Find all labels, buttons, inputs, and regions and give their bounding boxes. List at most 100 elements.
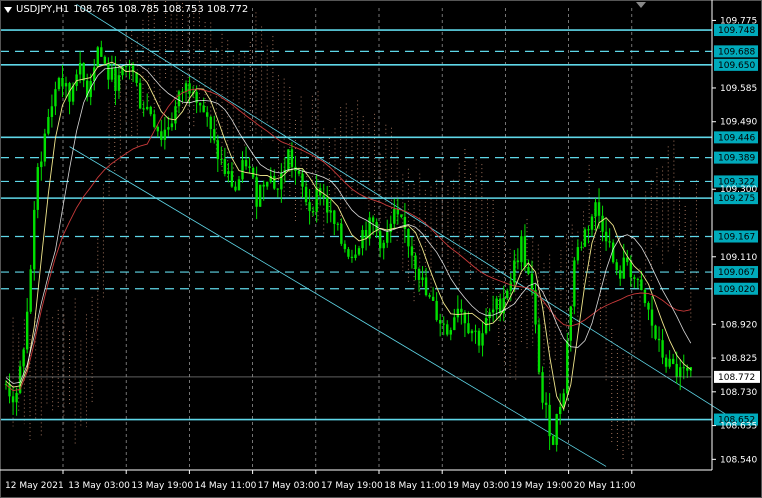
level-label: 109.020	[718, 285, 755, 295]
candle-body	[495, 298, 498, 310]
candle-body	[354, 254, 357, 259]
candle-body	[626, 257, 629, 263]
candle-body	[555, 414, 558, 445]
candle-body	[343, 243, 347, 250]
candle-body	[213, 129, 216, 141]
candle-body	[636, 278, 640, 280]
candle-body	[456, 308, 460, 318]
time-label: 19 May 03:00	[447, 481, 509, 491]
candle-body	[156, 126, 159, 132]
level-label: 109.167	[718, 233, 755, 243]
candle-body	[481, 333, 484, 346]
price-tick-label: 109.110	[720, 253, 757, 263]
candle-body	[206, 112, 209, 117]
candle-body	[301, 173, 304, 187]
candle-body	[149, 106, 152, 115]
candle-body	[597, 202, 601, 216]
candle-body	[220, 159, 223, 161]
candle-body	[170, 123, 174, 128]
candle-body	[43, 133, 47, 162]
candle-body	[357, 248, 361, 255]
candle-body	[297, 170, 301, 174]
price-chart[interactable]: 109.748 109.688 109.650 109.446 109.389 109.3…	[0, 0, 762, 498]
candle-body	[615, 262, 618, 271]
candle-body	[29, 269, 32, 312]
candle-body	[587, 229, 590, 231]
candle-body	[537, 324, 541, 373]
candle-body	[255, 177, 258, 207]
level-label: 109.389	[718, 154, 755, 164]
candle-body	[262, 184, 265, 187]
candle-body	[216, 140, 219, 160]
candle-body	[96, 47, 99, 68]
candle-body	[424, 277, 428, 296]
price-tick-label: 108.635	[720, 422, 757, 432]
candle-body	[460, 308, 463, 313]
candle-body	[311, 211, 315, 213]
candle-body	[57, 77, 61, 90]
candle-body	[138, 82, 142, 109]
candle-body	[361, 229, 364, 249]
candle-body	[428, 295, 431, 297]
candle-body	[124, 65, 128, 67]
candle-body	[142, 108, 145, 110]
candle-body	[477, 330, 481, 346]
symbol-header[interactable]: USDJPY,H1 108.765 108.785 108.753 108.77…	[4, 4, 248, 15]
candle-body	[484, 317, 488, 334]
candle-body	[633, 277, 636, 279]
candle-body	[604, 231, 608, 242]
candle-body	[442, 323, 445, 325]
candle-body	[234, 186, 237, 191]
candle-body	[25, 311, 29, 350]
ohlc-values: 108.765 108.785 108.753 108.772	[73, 4, 249, 15]
price-tick-label: 108.920	[720, 320, 757, 330]
candle-body	[629, 262, 633, 278]
candle-body	[82, 62, 85, 81]
level-label: 109.275	[718, 194, 755, 204]
level-label: 109.650	[718, 61, 755, 71]
candle-body	[347, 249, 350, 257]
chart-window[interactable]: 109.748 109.688 109.650 109.446 109.389 109.3…	[0, 0, 762, 498]
candle-body	[364, 229, 368, 239]
candle-body	[167, 127, 170, 130]
candle-body	[304, 186, 308, 203]
triangle-down-icon[interactable]	[4, 6, 12, 13]
candle-body	[33, 209, 36, 270]
price-tick-label: 108.825	[720, 354, 757, 364]
candle-body	[643, 289, 647, 304]
candle-body	[417, 268, 421, 280]
channel-lower-line	[69, 146, 607, 467]
candle-body	[414, 255, 417, 269]
candle-body	[449, 330, 452, 335]
candle-body	[223, 159, 227, 174]
candle-body	[326, 197, 329, 213]
candle-body	[506, 290, 509, 299]
candle-body	[527, 267, 530, 274]
candle-body	[117, 75, 121, 91]
candle-body	[64, 83, 68, 87]
time-label: 13 May 03:00	[68, 481, 130, 491]
candle-body	[544, 402, 548, 405]
candle-body	[513, 260, 516, 283]
candle-body	[280, 173, 283, 190]
candle-body	[266, 181, 269, 187]
candle-body	[551, 436, 555, 445]
level-label: 109.446	[718, 133, 755, 143]
candle-body	[664, 357, 668, 367]
candle-body	[438, 319, 442, 324]
level-label: 109.067	[718, 268, 755, 278]
candle-body	[590, 216, 594, 230]
candle-body	[202, 105, 205, 113]
candle-body	[188, 83, 191, 94]
candle-body	[382, 242, 385, 249]
candle-body	[184, 83, 188, 92]
candle-body	[491, 309, 495, 313]
candle-body	[276, 188, 280, 190]
candle-body	[11, 396, 15, 403]
candle-body	[78, 62, 82, 75]
candle-body	[378, 231, 382, 249]
price-tick-label: 109.585	[720, 84, 757, 94]
candle-body	[396, 209, 400, 215]
candle-body	[668, 358, 671, 367]
candle-body	[400, 214, 403, 217]
